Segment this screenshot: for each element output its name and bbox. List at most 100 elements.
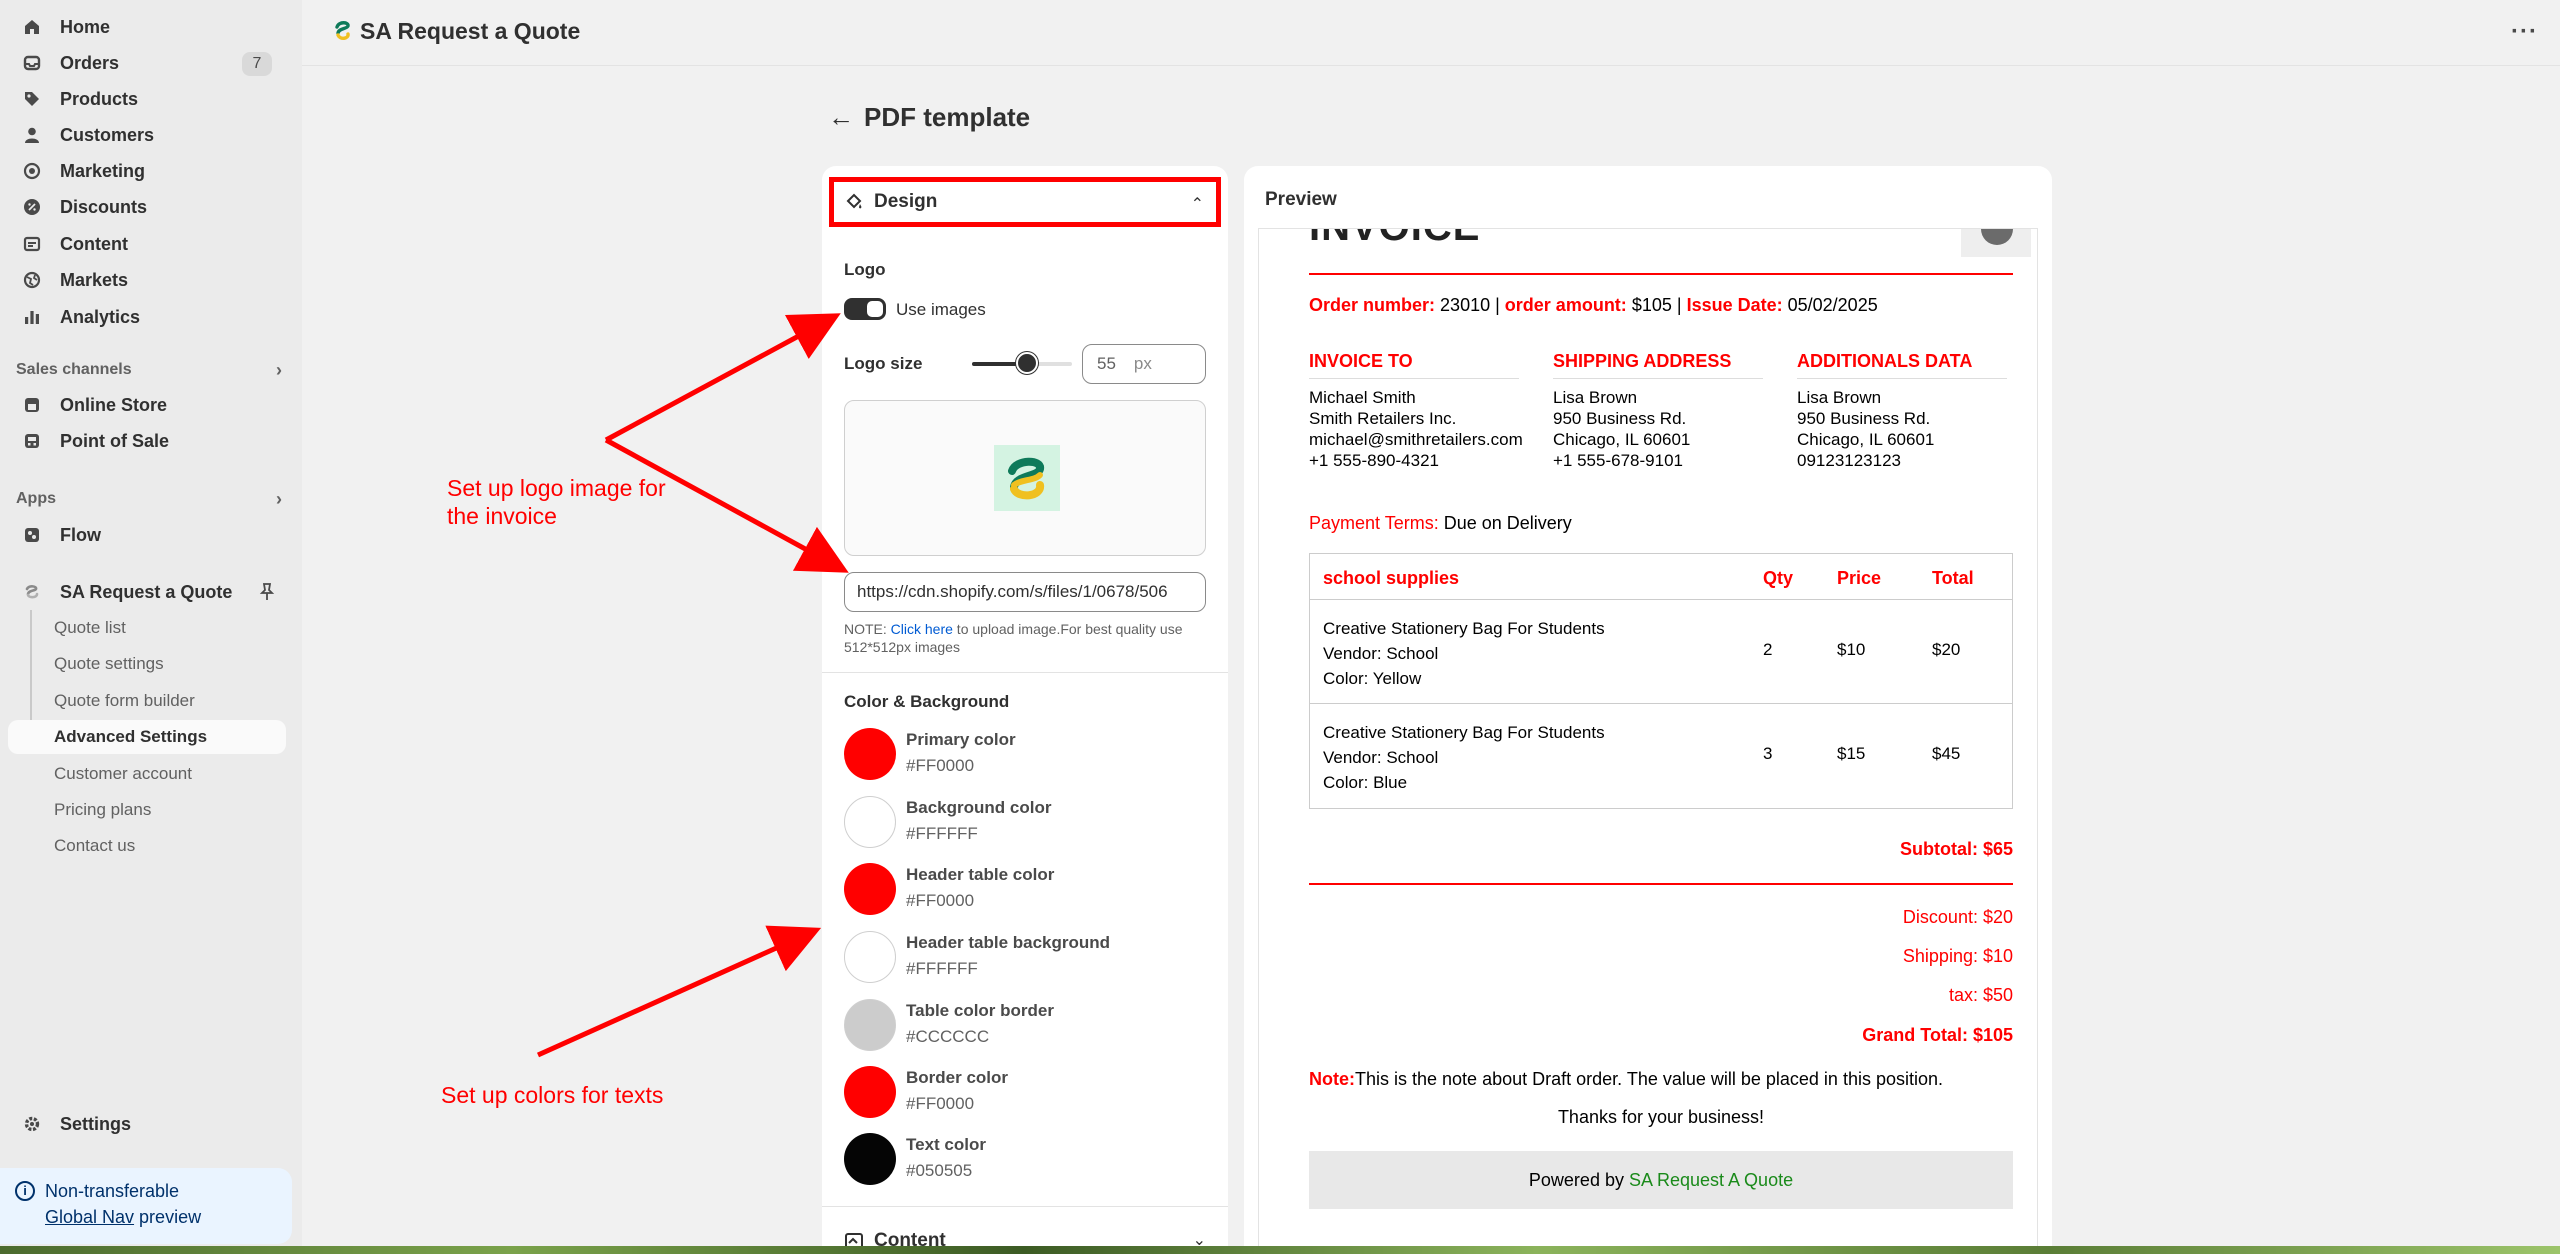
nav-settings[interactable]: Settings [8,1107,286,1141]
nav-flow[interactable]: Flow [8,518,286,552]
logo-size-slider-thumb[interactable] [1016,352,1038,374]
back-arrow-icon[interactable]: ← [828,102,854,133]
color-name: Text color [906,1135,986,1154]
item-line: Creative Stationery Bag For Students [1323,619,1605,638]
subnav-customer-account[interactable]: Customer account [8,757,286,791]
nav-discounts[interactable]: Discounts [8,190,286,224]
shipping-line: Lisa Brown [1553,388,1638,407]
logo-size-input[interactable]: 55 px [1082,344,1206,384]
target-icon [22,161,42,181]
logo-upload-dropzone[interactable] [844,400,1206,556]
color-name: Table color border [906,1001,1054,1020]
color-swatch[interactable] [844,1133,896,1185]
subnav-quote-list[interactable]: Quote list [8,611,286,645]
nav-home[interactable]: Home [8,10,286,44]
orders-count-badge: 7 [242,52,272,76]
nav-sa-request-a-quote[interactable]: SA Request a Quote [8,575,286,609]
sales-channels-header[interactable]: Sales channels › [16,356,282,384]
subnav-contact-us[interactable]: Contact us [8,829,286,863]
subnav-quote-settings[interactable]: Quote settings [8,647,286,681]
invoice-preview-document[interactable]: INVOICE Order number: 23010 | order amou… [1258,228,2038,1254]
item-line: Color: Yellow [1323,669,1422,688]
color-swatch[interactable] [844,999,896,1051]
additional-line: Lisa Brown [1797,388,1882,407]
nav-products[interactable]: Products [8,82,286,116]
shipping-address-block: SHIPPING ADDRESS Lisa Brown 950 Business… [1553,351,1763,471]
use-images-toggle[interactable] [844,298,886,320]
preview-title: Preview [1265,189,1337,210]
app-logo-icon [335,21,350,40]
discount-icon [22,197,42,217]
nav-point-of-sale[interactable]: Point of Sale [8,424,286,458]
item-price: $10 [1837,640,1866,659]
color-swatch[interactable] [844,796,896,848]
subnav-pricing-plans[interactable]: Pricing plans [8,793,286,827]
nav-customers[interactable]: Customers [8,118,286,152]
global-nav-preview-banner: i Non-transferable Global Nav preview [0,1168,292,1244]
store-icon [22,395,42,415]
global-nav-line1: Non-transferable [45,1181,180,1201]
color-row-text[interactable]: Text color #050505 [844,1129,1204,1185]
nav-marketing-label: Marketing [60,160,146,181]
item-line: Vendor: School [1323,644,1439,663]
upload-link[interactable]: Click here [891,621,953,637]
apps-header[interactable]: Apps › [16,485,282,513]
table-header-cell: Total [1932,568,1974,588]
pin-icon[interactable] [258,582,276,607]
color-swatch[interactable] [844,931,896,983]
nav-markets[interactable]: Markets [8,263,286,297]
note-label: Note: [1309,1069,1355,1089]
color-row-header-table[interactable]: Header table color #FF0000 [844,859,1204,915]
additional-line: 09123123123 [1797,451,1902,470]
more-actions-icon[interactable]: ··· [2511,18,2538,46]
nav-online-store-label: Online Store [60,394,168,415]
nav-orders[interactable]: Orders 7 [8,46,286,80]
shipping-cost: Shipping: $10 [1902,946,2013,966]
nav-marketing[interactable]: Marketing [8,154,286,188]
apps-label: Apps [16,490,56,507]
table-header: school supplies Qty Price Total [1310,554,2012,600]
invoice-to-heading: INVOICE TO [1309,351,1519,379]
color-row-border[interactable]: Border color #FF0000 [844,1062,1204,1118]
home-icon [22,17,42,37]
nav-analytics[interactable]: Analytics [8,300,286,334]
issue-date-label: Issue Date: [1686,295,1783,315]
nav-markets-label: Markets [60,269,129,290]
color-name: Border color [906,1068,1009,1087]
color-row-table-border[interactable]: Table color border #CCCCCC [844,995,1204,1051]
additional-line: 950 Business Rd. [1797,409,1931,428]
tax: tax: $50 [1948,985,2013,1005]
divider [822,1206,1228,1207]
global-nav-link[interactable]: Global Nav [45,1207,134,1227]
item-line: Color: Blue [1323,773,1408,792]
item-description: Creative Stationery Bag For Students Ven… [1323,616,1605,691]
design-section-header[interactable]: Design ⌃ [829,177,1221,227]
color-hex: #FFFFFF [906,824,978,843]
nav-online-store[interactable]: Online Store [8,388,286,422]
powered-by-footer: Powered by SA Request A Quote [1309,1151,2013,1209]
item-total: $20 [1932,640,1961,659]
logo-url-input[interactable]: https://cdn.shopify.com/s/files/1/0678/5… [844,572,1206,612]
color-row-background[interactable]: Background color #FFFFFF [844,792,1204,848]
invoice-to-line: michael@smithretailers.com [1309,430,1523,449]
color-row-primary[interactable]: Primary color #FF0000 [844,724,1204,780]
person-icon [22,125,42,145]
pos-icon [22,431,42,451]
subnav-quote-form-builder[interactable]: Quote form builder [8,684,286,718]
order-note: Note:This is the note about Draft order.… [1309,1069,1943,1090]
color-swatch[interactable] [844,1066,896,1118]
item-qty: 2 [1763,640,1773,659]
shipping-line: 950 Business Rd. [1553,409,1687,428]
nav-home-label: Home [60,16,111,37]
app-title: SA Request a Quote [360,18,581,44]
invoice-heading: INVOICE [1309,229,1480,250]
table-row: Creative Stationery Bag For Students Ven… [1310,704,2012,808]
color-swatch[interactable] [844,728,896,780]
color-row-header-table-background[interactable]: Header table background #FFFFFF [844,927,1204,983]
flow-icon [22,525,42,545]
subnav-advanced-settings[interactable]: Advanced Settings [8,720,286,754]
color-background-label: Color & Background [844,692,1010,711]
nav-content[interactable]: Content [8,227,286,261]
color-swatch[interactable] [844,863,896,915]
table-header-cell: school supplies [1323,568,1460,588]
